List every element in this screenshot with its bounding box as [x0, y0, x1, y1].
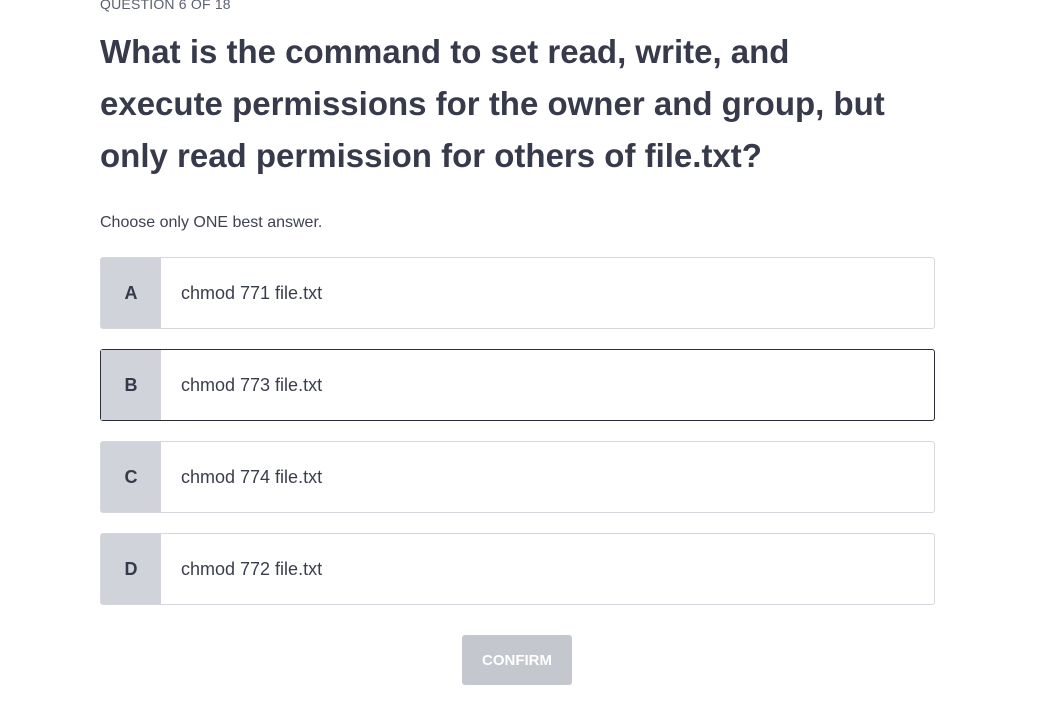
- answer-option-d[interactable]: D chmod 772 file.txt: [100, 533, 935, 605]
- answer-options: A chmod 771 file.txt B chmod 773 file.tx…: [100, 257, 935, 625]
- answer-option-c[interactable]: C chmod 774 file.txt: [100, 441, 935, 513]
- option-letter: D: [101, 534, 161, 604]
- option-text: chmod 774 file.txt: [181, 466, 323, 487]
- answer-option-b[interactable]: B chmod 773 file.txt: [100, 349, 935, 421]
- option-letter: B: [101, 350, 161, 420]
- answer-instruction: Choose only ONE best answer.: [100, 214, 323, 231]
- option-text: chmod 772 file.txt: [181, 558, 323, 579]
- quiz-page: QUESTION 6 OF 18 What is the command to …: [0, 0, 1063, 721]
- option-letter: C: [101, 442, 161, 512]
- answer-option-a[interactable]: A chmod 771 file.txt: [100, 257, 935, 329]
- option-text: chmod 771 file.txt: [181, 282, 323, 303]
- option-text: chmod 773 file.txt: [181, 374, 323, 395]
- question-text: What is the command to set read, write, …: [100, 33, 885, 174]
- question-counter: QUESTION 6 OF 18: [100, 0, 231, 12]
- confirm-button[interactable]: CONFIRM: [462, 635, 572, 685]
- option-letter: A: [101, 258, 161, 328]
